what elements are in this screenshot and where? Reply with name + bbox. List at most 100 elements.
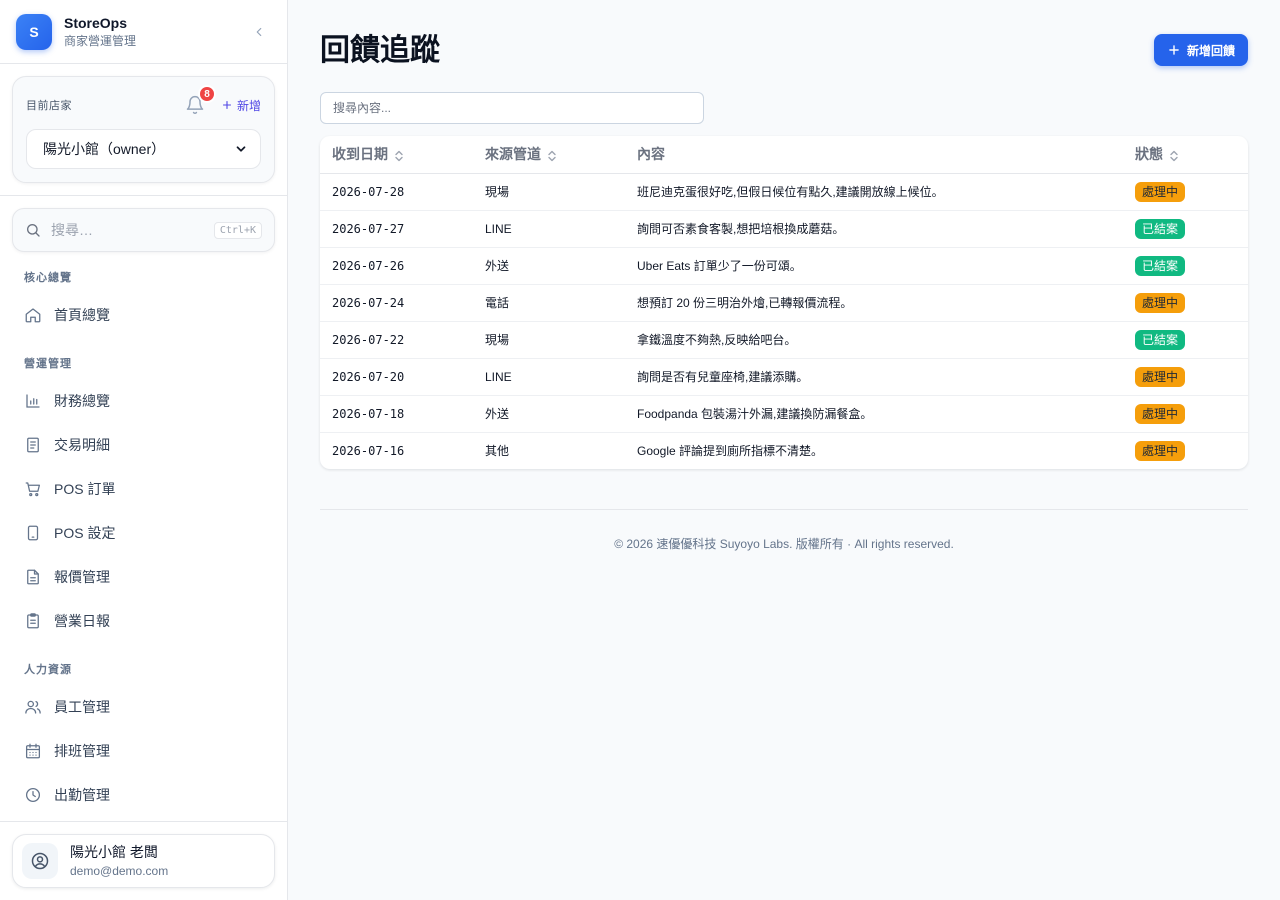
cell-date: 2026-07-24	[320, 284, 473, 322]
status-badge: 已結案	[1135, 218, 1186, 239]
status-badge: 處理中	[1135, 366, 1186, 387]
bar-chart-icon	[26, 394, 40, 408]
cell-source: LINE	[473, 358, 625, 396]
status-badge: 處理中	[1135, 292, 1186, 313]
column-header-date[interactable]: 收到日期	[320, 136, 473, 174]
feedback-search-input[interactable]	[320, 92, 704, 124]
sidebar-item-pos-settings[interactable]: POS 設定	[0, 511, 287, 555]
users-icon	[25, 700, 41, 714]
table-row[interactable]: 2026-07-27 LINE 詢問可否素食客製,想把培根換成蘑菇。 已結案	[320, 210, 1248, 248]
sidebar-item-label: 首頁總覽	[54, 307, 110, 323]
plus-icon	[222, 100, 232, 110]
user-email: demo@demo.com	[70, 864, 169, 878]
sidebar-item-quotes[interactable]: 報價管理	[0, 555, 287, 599]
sidebar-item-label: 財務總覽	[54, 393, 110, 409]
sidebar-item-label: 報價管理	[54, 569, 110, 585]
cell-date: 2026-07-20	[320, 358, 473, 396]
cell-status: 處理中	[1123, 284, 1248, 322]
home-icon	[25, 308, 41, 323]
app-logo: S	[16, 13, 52, 50]
table-header-row: 收到日期 來源管道 內容 狀態	[320, 136, 1248, 174]
sidebar-item-label: 員工管理	[54, 699, 110, 715]
cell-status: 處理中	[1123, 395, 1248, 433]
nav-group-title-core: 核心總覽	[24, 272, 72, 284]
tablet-icon	[27, 525, 39, 541]
document-list-icon	[27, 437, 39, 453]
status-badge: 處理中	[1135, 181, 1186, 202]
sidebar-item-daily-report[interactable]: 營業日報	[0, 599, 287, 643]
sidebar-search-placeholder: 搜尋…	[51, 222, 93, 238]
cell-content: Foodpanda 包裝湯汁外漏,建議換防漏餐盒。	[625, 395, 1123, 433]
cell-status: 已結案	[1123, 210, 1248, 248]
column-header-label: 內容	[637, 146, 665, 163]
sidebar-item-home[interactable]: 首頁總覽	[0, 293, 287, 337]
feedback-table: 收到日期 來源管道 內容 狀態 2026-07-28 現場 班尼迪克蛋很好吃,但假日…	[320, 136, 1248, 469]
plus-icon	[1169, 45, 1179, 55]
sidebar-item-label: 出勤管理	[54, 787, 110, 803]
file-text-icon	[27, 569, 39, 585]
cell-content: Uber Eats 訂單少了一份可頌。	[625, 247, 1123, 285]
brand-header: S StoreOps 商家營運管理	[0, 0, 287, 64]
clipboard-icon	[27, 613, 39, 629]
cell-source: 其他	[485, 444, 510, 459]
add-feedback-label: 新增回饋	[1186, 43, 1235, 58]
cell-content: 詢問可否素食客製,想把培根換成蘑菇。	[625, 210, 1123, 248]
sidebar-item-label: POS 訂單	[54, 481, 116, 497]
column-header-label: 狀態	[1135, 146, 1163, 163]
add-store-button[interactable]: 新增	[221, 97, 261, 114]
cell-source: 外送	[473, 395, 625, 433]
sidebar-search[interactable]: 搜尋… Ctrl+K	[12, 208, 275, 252]
cell-content: 拿鐵溫度不夠熱,反映給吧台。	[625, 321, 1123, 359]
sidebar-item-label: 交易明細	[54, 437, 110, 453]
table-row[interactable]: 2026-07-28 現場 班尼迪克蛋很好吃,但假日候位有點久,建議開放線上候位。處…	[320, 173, 1248, 211]
column-header-status[interactable]: 狀態	[1123, 136, 1248, 174]
add-feedback-button[interactable]: 新增回饋	[1153, 34, 1248, 66]
sidebar-item-attendance[interactable]: 出勤管理	[0, 773, 287, 817]
table-row[interactable]: 2026-07-26 外送 Uber Eats 訂單少了一份可頌。 已結案	[320, 247, 1248, 285]
column-header-label: 收到日期	[332, 146, 388, 163]
search-icon	[27, 224, 40, 237]
page-footer: © 2026 速優優科技 Suyoyo Labs. 版權所有 · All rig…	[320, 509, 1248, 552]
sidebar-item-transactions[interactable]: 交易明細	[0, 423, 287, 467]
cell-content: 班尼迪克蛋很好吃,但假日候位有點久,建議開放線上候位。	[625, 173, 1123, 211]
store-select[interactable]: 陽光小館（owner）	[26, 129, 261, 169]
sort-icon	[1170, 150, 1178, 161]
cell-date: 2026-07-26	[320, 247, 473, 285]
nav-group-title-operations: 營運管理	[24, 358, 72, 370]
table-row[interactable]: 2026-07-16 其他 Google 評論提到廁所指標不清楚。 處理中	[320, 432, 1248, 469]
cell-date: 2026-07-28	[320, 173, 473, 211]
notifications-button[interactable]: 8	[183, 85, 216, 117]
cart-icon	[25, 482, 41, 497]
cell-status: 已結案	[1123, 321, 1248, 359]
column-header-source[interactable]: 來源管道	[473, 136, 625, 174]
calendar-icon	[25, 743, 41, 759]
sidebar-nav: 核心總覽 首頁總覽 營運管理 財務總覽 交易明細 POS 訂單 POS 設定 報…	[0, 269, 287, 817]
cell-source: 現場	[473, 173, 625, 211]
table-row[interactable]: 2026-07-20 LINE 詢問是否有兒童座椅,建議添購。 處理中	[320, 358, 1248, 396]
cell-source: 現場	[473, 321, 625, 359]
table-row[interactable]: 2026-07-22 現場 拿鐵溫度不夠熱,反映給吧台。 已結案	[320, 321, 1248, 359]
nav-group-title-hr: 人力資源	[24, 664, 72, 676]
sidebar-item-finance[interactable]: 財務總覽	[0, 379, 287, 423]
user-name: 陽光小館 老闆	[70, 844, 158, 860]
collapse-sidebar-button[interactable]	[247, 20, 271, 44]
clock-icon	[25, 787, 41, 803]
user-profile-card[interactable]: 陽光小館 老闆 demo@demo.com	[12, 834, 275, 888]
table-row[interactable]: 2026-07-24 電話 想預訂 20 份三明治外燴,已轉報價流程。 處理中	[320, 284, 1248, 322]
table-row[interactable]: 2026-07-18 外送 Foodpanda 包裝湯汁外漏,建議換防漏餐盒。 處理中	[320, 395, 1248, 433]
app-name: StoreOps	[64, 15, 128, 31]
cell-content: 詢問是否有兒童座椅,建議添購。	[625, 358, 1123, 396]
notification-count-badge: 8	[197, 85, 216, 103]
cell-status: 處理中	[1123, 432, 1248, 469]
user-circle-icon	[31, 852, 49, 870]
feedback-table-body: 2026-07-28 現場 班尼迪克蛋很好吃,但假日候位有點久,建議開放線上候位。處…	[320, 173, 1248, 469]
add-store-label: 新增	[236, 98, 261, 113]
cell-content: 想預訂 20 份三明治外燴,已轉報價流程。	[625, 284, 1123, 322]
sidebar-item-scheduling[interactable]: 排班管理	[0, 729, 287, 773]
app-subtitle: 商家營運管理	[64, 34, 137, 48]
sidebar-item-employees[interactable]: 員工管理	[0, 685, 287, 729]
store-label: 目前店家	[26, 100, 72, 112]
cell-source: LINE	[473, 210, 625, 248]
column-header-label: 來源管道	[485, 146, 541, 163]
sidebar-item-pos-orders[interactable]: POS 訂單	[0, 467, 287, 511]
